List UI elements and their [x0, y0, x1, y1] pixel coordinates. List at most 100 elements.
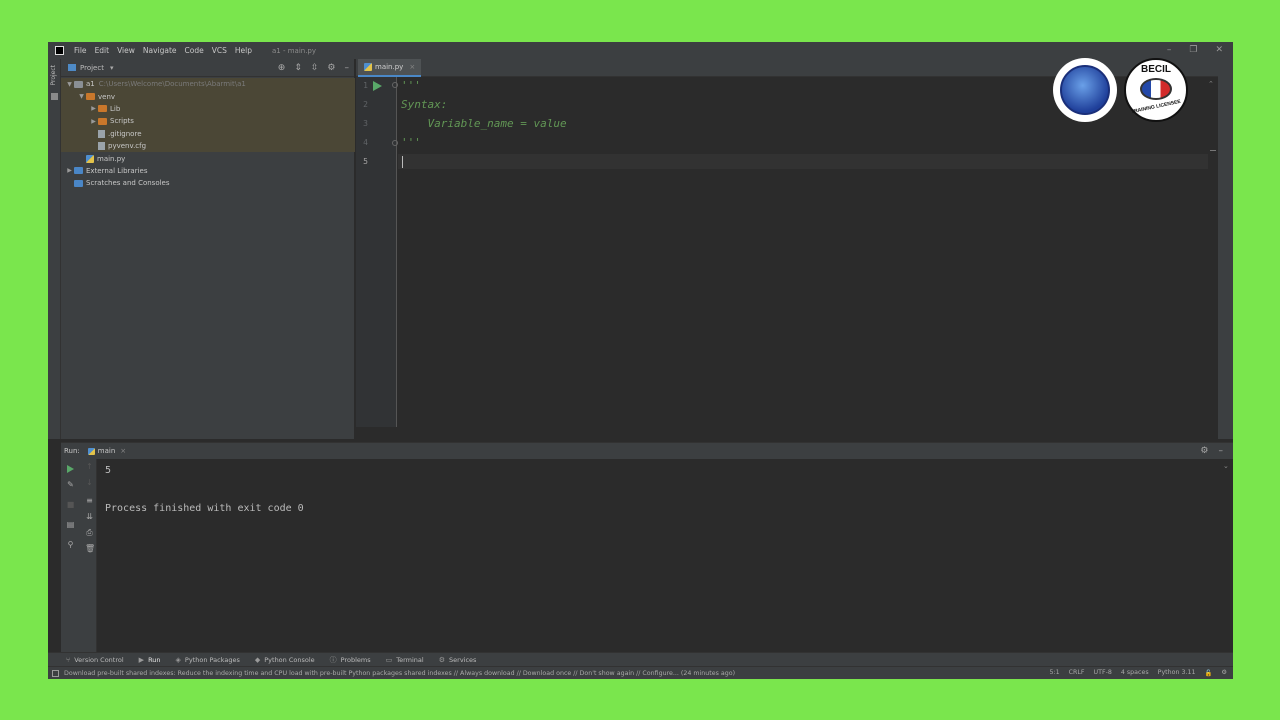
- project-icon: [68, 64, 76, 71]
- chevron-down-icon[interactable]: ▼: [65, 81, 74, 88]
- tree-item-label: venv: [98, 92, 116, 101]
- console-scrollbar[interactable]: ⌄: [1220, 459, 1233, 652]
- soft-wrap-icon[interactable]: ≡: [85, 497, 94, 505]
- chevron-up-icon[interactable]: ⌃: [1208, 80, 1214, 88]
- window-title: a1 - main.py: [272, 46, 317, 55]
- trash-icon[interactable]: 🗑: [85, 545, 95, 553]
- restore-icon[interactable]: ❐: [1189, 45, 1197, 55]
- wrench-icon[interactable]: ✎: [66, 481, 75, 489]
- packages-icon: ◈: [175, 655, 181, 664]
- layout-icon[interactable]: ▤: [66, 521, 75, 529]
- tree-item-label: External Libraries: [86, 166, 148, 175]
- pin-icon[interactable]: ⚲: [66, 541, 75, 549]
- chevron-right-icon[interactable]: ▶: [89, 105, 98, 112]
- tab-run[interactable]: ▶ Run: [139, 653, 161, 667]
- python-interpreter[interactable]: Python 3.11: [1158, 669, 1196, 677]
- lock-icon[interactable]: 🔓: [1205, 669, 1213, 677]
- tree-item-scripts[interactable]: ▶ Scripts: [61, 115, 355, 128]
- project-panel: Project ▾ ⊕ ⇕ ⇳ ⚙ – ▼ a1 C:\Users\Welcom…: [61, 59, 355, 439]
- code-editor[interactable]: ''' Syntax: Variable_name = value ''': [398, 77, 1218, 427]
- menu-vcs[interactable]: VCS: [212, 46, 227, 55]
- project-panel-title[interactable]: Project: [80, 64, 104, 72]
- problems-icon: ⓘ: [329, 655, 337, 664]
- tab-version-control[interactable]: ⑂ Version Control: [66, 653, 124, 667]
- status-message[interactable]: Download pre-built shared indexes: Reduc…: [64, 670, 735, 677]
- becil-logo-text: BECIL: [1141, 64, 1171, 75]
- bookmarks-icon[interactable]: [51, 93, 58, 100]
- head-logo-emblem: [1060, 65, 1110, 115]
- scratches-icon: [74, 179, 83, 187]
- chevron-right-icon[interactable]: ▶: [65, 167, 74, 174]
- rerun-icon[interactable]: [67, 465, 74, 473]
- console-output-line: 5: [105, 465, 112, 476]
- right-tool-stripe: [1218, 59, 1233, 439]
- left-tool-stripe: Project: [48, 59, 61, 439]
- arrow-down-icon[interactable]: ↓: [85, 479, 94, 487]
- terminal-icon: ▭: [385, 655, 393, 664]
- gear-icon[interactable]: ⚙: [327, 63, 335, 73]
- scroll-marker: [1210, 150, 1216, 151]
- line-separator[interactable]: CRLF: [1069, 669, 1085, 677]
- tab-python-console[interactable]: ◆ Python Console: [255, 653, 315, 667]
- arrow-up-icon[interactable]: ↑: [85, 463, 94, 471]
- tree-item-scratches[interactable]: Scratches and Consoles: [61, 177, 355, 189]
- collapse-all-icon[interactable]: ⇳: [311, 63, 319, 73]
- services-icon: ⚙: [438, 655, 446, 664]
- close-icon[interactable]: ×: [120, 447, 126, 455]
- tree-item-lib[interactable]: ▶ Lib: [61, 102, 355, 116]
- tab-services[interactable]: ⚙ Services: [439, 653, 477, 667]
- caret-position[interactable]: 5:1: [1049, 669, 1059, 677]
- file-encoding[interactable]: UTF-8: [1094, 669, 1112, 677]
- tree-item-venv[interactable]: ▼ venv: [61, 90, 355, 103]
- hide-icon[interactable]: –: [1219, 446, 1224, 456]
- tab-terminal[interactable]: ▭ Terminal: [386, 653, 424, 667]
- minimize-icon[interactable]: –: [1167, 45, 1172, 55]
- chevron-down-icon[interactable]: ▾: [110, 64, 114, 72]
- locate-file-icon[interactable]: ⊕: [278, 63, 286, 73]
- tree-item-main-py[interactable]: main.py: [61, 152, 355, 164]
- hide-icon[interactable]: –: [345, 63, 350, 73]
- run-panel-label: Run:: [64, 447, 80, 455]
- folder-icon: [74, 80, 83, 88]
- close-icon[interactable]: ✕: [1215, 45, 1223, 55]
- run-gutter-icon[interactable]: [373, 81, 382, 91]
- project-tool-window-button[interactable]: Project: [50, 65, 57, 86]
- tree-item-root[interactable]: ▼ a1 C:\Users\Welcome\Documents\Abarmit\…: [61, 78, 355, 91]
- tab-python-packages[interactable]: ◈ Python Packages: [176, 653, 240, 667]
- chevron-right-icon[interactable]: ▶: [89, 118, 98, 125]
- chevron-down-icon[interactable]: ▼: [77, 93, 86, 100]
- tree-item-label: Scratches and Consoles: [86, 179, 170, 188]
- event-log-icon[interactable]: [52, 669, 59, 677]
- tree-item-label: pyvenv.cfg: [108, 142, 147, 151]
- run-console[interactable]: 5 Process finished with exit code 0: [97, 459, 1220, 652]
- line-number: 4: [363, 138, 368, 147]
- gear-icon[interactable]: ⚙: [1200, 446, 1208, 456]
- print-icon[interactable]: ⎙: [85, 529, 94, 537]
- expand-all-icon[interactable]: ⇕: [294, 63, 302, 73]
- scroll-to-end-icon[interactable]: ⇊: [85, 513, 94, 521]
- tree-item-pyvenv[interactable]: pyvenv.cfg: [61, 139, 355, 153]
- close-icon[interactable]: ×: [409, 63, 415, 71]
- menu-view[interactable]: View: [117, 46, 135, 55]
- library-icon: [74, 167, 83, 175]
- menu-code[interactable]: Code: [185, 46, 204, 55]
- menu-edit[interactable]: Edit: [95, 46, 110, 55]
- tool-tab-label: Terminal: [396, 655, 424, 664]
- tab-main-py[interactable]: main.py ×: [358, 59, 422, 77]
- run-tab-main[interactable]: main ×: [87, 447, 126, 455]
- stop-icon[interactable]: ■: [66, 501, 75, 509]
- menu-help[interactable]: Help: [235, 46, 252, 55]
- indent-setting[interactable]: 4 spaces: [1121, 669, 1149, 677]
- editor-scrollbar[interactable]: ⌃: [1208, 77, 1218, 427]
- chevron-down-icon[interactable]: ⌄: [1223, 462, 1229, 470]
- menu-navigate[interactable]: Navigate: [143, 46, 177, 55]
- tab-problems[interactable]: ⓘ Problems: [330, 653, 371, 667]
- python-file-icon: [86, 154, 94, 163]
- line-number: 3: [363, 119, 368, 128]
- tree-item-gitignore[interactable]: .gitignore: [61, 127, 355, 140]
- code-line: Syntax:: [401, 98, 448, 111]
- menu-file[interactable]: File: [74, 46, 87, 55]
- tree-item-external-libraries[interactable]: ▶ External Libraries: [61, 165, 355, 177]
- gear-icon[interactable]: ⚙: [1221, 669, 1227, 677]
- file-icon: [98, 129, 105, 138]
